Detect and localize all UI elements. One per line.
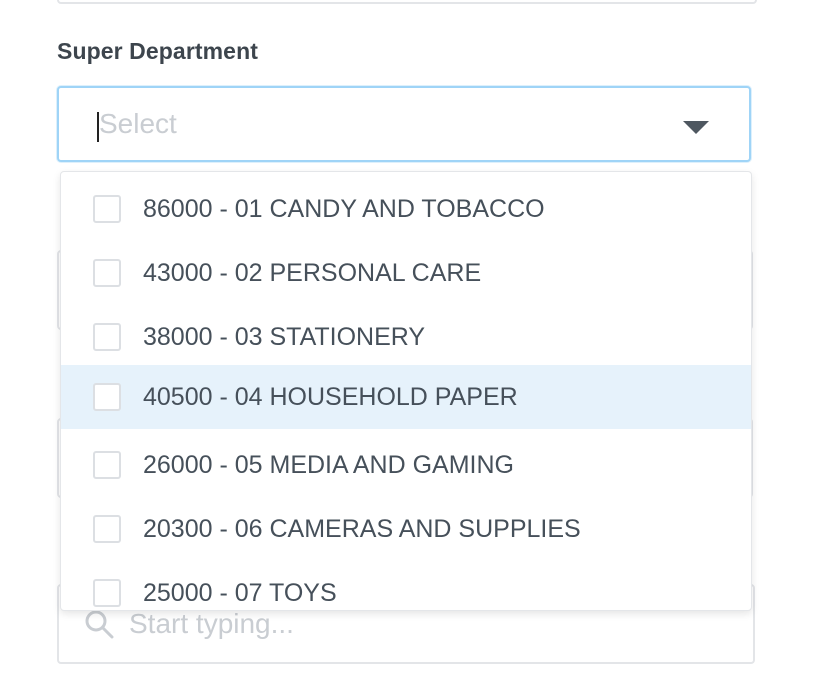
dropdown-option[interactable]: 26000 - 05 MEDIA AND GAMING — [61, 433, 751, 497]
dropdown-option[interactable]: 43000 - 02 PERSONAL CARE — [61, 241, 751, 305]
dropdown-option[interactable]: 38000 - 03 STATIONERY — [61, 305, 751, 369]
text-cursor — [97, 112, 99, 142]
option-checkbox[interactable] — [93, 451, 121, 479]
previous-field-input[interactable] — [57, 0, 757, 4]
option-checkbox[interactable] — [93, 323, 121, 351]
chevron-down-icon[interactable] — [683, 121, 709, 134]
super-department-label: Super Department — [57, 38, 258, 64]
search-input[interactable] — [129, 608, 689, 640]
option-checkbox[interactable] — [93, 195, 121, 223]
form-page: Super Department Select 86000 - 01 CANDY… — [0, 0, 820, 694]
super-department-select[interactable]: Select — [57, 86, 751, 162]
option-checkbox[interactable] — [93, 259, 121, 287]
option-checkbox[interactable] — [93, 515, 121, 543]
select-placeholder: Select — [99, 108, 177, 139]
option-label: 86000 - 01 CANDY AND TOBACCO — [143, 194, 545, 223]
super-department-dropdown[interactable]: 86000 - 01 CANDY AND TOBACCO 43000 - 02 … — [60, 171, 752, 611]
dropdown-option-highlighted[interactable]: 40500 - 04 HOUSEHOLD PAPER — [61, 365, 751, 429]
search-icon — [85, 610, 114, 639]
dropdown-option[interactable]: 86000 - 01 CANDY AND TOBACCO — [61, 177, 751, 241]
option-label: 25000 - 07 TOYS — [143, 578, 337, 607]
option-label: 26000 - 05 MEDIA AND GAMING — [143, 450, 514, 479]
option-label: 20300 - 06 CAMERAS AND SUPPLIES — [143, 514, 581, 543]
option-label: 38000 - 03 STATIONERY — [143, 322, 426, 351]
dropdown-option[interactable]: 20300 - 06 CAMERAS AND SUPPLIES — [61, 497, 751, 561]
dropdown-option[interactable]: 25000 - 07 TOYS — [61, 561, 751, 610]
option-checkbox[interactable] — [93, 579, 121, 607]
option-checkbox[interactable] — [93, 383, 121, 411]
option-label: 40500 - 04 HOUSEHOLD PAPER — [143, 382, 518, 411]
option-label: 43000 - 02 PERSONAL CARE — [143, 258, 482, 287]
